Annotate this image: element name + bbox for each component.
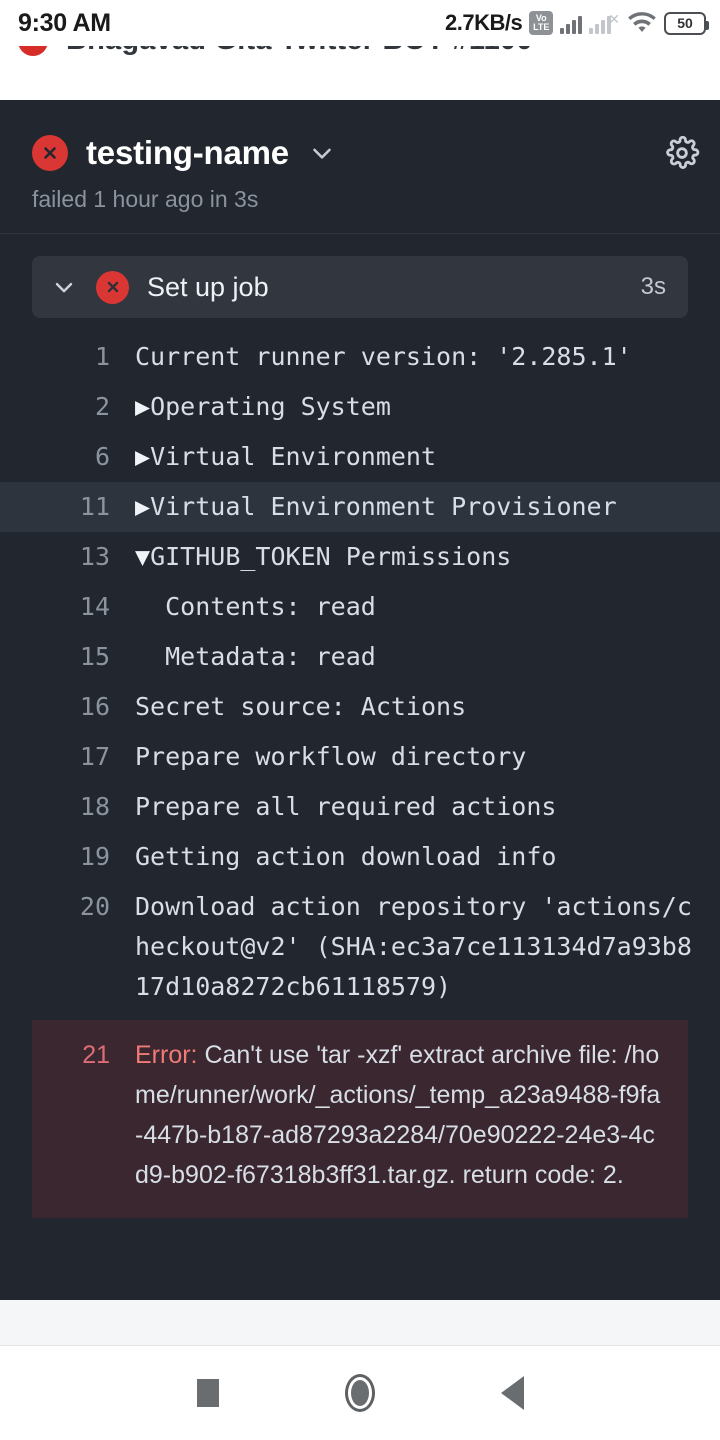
status-bar: 9:30 AM 2.7KB/s Vo LTE ✕ 50 — [0, 0, 720, 46]
log-line-text: ▶Virtual Environment — [135, 437, 720, 477]
log-line-content: Metadata: read — [135, 642, 376, 671]
log-line-text: ▶Operating System — [135, 387, 720, 427]
log-line-content: Virtual Environment — [150, 442, 437, 471]
gear-icon[interactable] — [664, 135, 700, 171]
log-line-number: 14 — [79, 592, 110, 621]
android-nav-bar — [0, 1346, 720, 1440]
log-line-number: 1 — [94, 342, 110, 371]
page-bottom-spacer — [0, 1300, 720, 1346]
job-header: testing-name failed 1 hour ago in 3s — [0, 100, 720, 233]
signal-icon — [560, 12, 583, 34]
expanded-triangle-icon[interactable]: ▼ — [135, 542, 150, 571]
log-line-number: 13 — [79, 542, 110, 571]
square-recents-icon[interactable] — [196, 1379, 219, 1407]
error-label: Error: — [135, 1041, 198, 1069]
step-duration: 3s — [640, 273, 666, 300]
log-line-error[interactable]: 21 Error: Can't use 'tar -xzf' extract a… — [32, 1030, 688, 1200]
log-line-text: Current runner version: '2.285.1' — [135, 337, 720, 377]
log-container: Set up job 3s 1 Current runner version: '… — [0, 234, 720, 1218]
log-line-content: Secret source: Actions — [135, 692, 467, 721]
log-line-content: Prepare workflow directory — [135, 742, 527, 771]
log-line-text: Prepare all required actions — [135, 787, 720, 827]
signal-no-service-icon: ✕ — [589, 12, 620, 34]
log-line-content: Virtual Environment Provisioner — [150, 492, 617, 521]
log-line-text: Download action repository 'actions/chec… — [135, 887, 720, 1007]
log-line-number: 11 — [79, 492, 110, 521]
collapsed-triangle-icon[interactable]: ▶ — [135, 442, 150, 471]
collapsed-triangle-icon[interactable]: ▶ — [135, 392, 150, 421]
error-log-block: 21 Error: Can't use 'tar -xzf' extract a… — [32, 1020, 688, 1218]
log-line-list: 1 Current runner version: '2.285.1' 2 ▶Oper… — [0, 318, 720, 1012]
battery-level-label: 50 — [677, 15, 693, 31]
network-speed-label: 2.7KB/s — [445, 10, 523, 35]
log-line[interactable]: 14 Contents: read — [0, 582, 720, 632]
log-line-content: Contents: read — [135, 592, 376, 621]
log-line[interactable]: 1 Current runner version: '2.285.1' — [0, 332, 720, 382]
workflow-run-panel: testing-name failed 1 hour ago in 3s Set… — [0, 100, 720, 1300]
log-line-text: Contents: read — [135, 587, 720, 627]
log-line-text: Error: Can't use 'tar -xzf' extract arch… — [135, 1035, 688, 1195]
log-line-number: 2 — [94, 392, 110, 421]
log-line-content: Prepare all required actions — [135, 792, 557, 821]
step-label: Set up job — [147, 271, 269, 302]
log-line-number: 15 — [79, 642, 110, 671]
chevron-down-icon[interactable] — [307, 138, 337, 168]
volte-icon: Vo LTE — [529, 11, 554, 35]
log-line[interactable]: 16 Secret source: Actions — [0, 682, 720, 732]
battery-icon: 50 — [664, 11, 709, 35]
log-line[interactable]: 18 Prepare all required actions — [0, 782, 720, 832]
failed-x-icon — [96, 270, 129, 304]
log-line-number: 6 — [94, 442, 110, 471]
log-line[interactable]: 11 ▶Virtual Environment Provisioner — [0, 482, 720, 532]
log-line-content: GITHUB_TOKEN Permissions — [150, 542, 512, 571]
step-header-set-up-job[interactable]: Set up job 3s — [32, 256, 688, 318]
log-line[interactable]: 6 ▶Virtual Environment — [0, 432, 720, 482]
log-line-number: 17 — [79, 742, 110, 771]
scrolled-workflow-title-strip: Bhagavad Gita Twitter BOT #1100 — [0, 46, 720, 100]
log-line[interactable]: 13 ▼GITHUB_TOKEN Permissions — [0, 532, 720, 582]
log-line-text: ▼GITHUB_TOKEN Permissions — [135, 537, 720, 577]
status-bar-time: 9:30 AM — [18, 8, 111, 37]
log-line[interactable]: 19 Getting action download info — [0, 832, 720, 882]
collapsed-triangle-icon[interactable]: ▶ — [135, 492, 150, 521]
triangle-back-icon[interactable] — [500, 1376, 524, 1410]
log-line-text: Getting action download info — [135, 837, 720, 877]
failed-x-icon — [32, 135, 68, 171]
log-line[interactable]: 2 ▶Operating System — [0, 382, 720, 432]
log-line-content: Current runner version: '2.285.1' — [135, 342, 632, 371]
volte-bottom-label: LTE — [533, 22, 550, 32]
log-line[interactable]: 17 Prepare workflow directory — [0, 732, 720, 782]
log-line-number: 21 — [82, 1041, 110, 1069]
scrolled-workflow-title: Bhagavad Gita Twitter BOT #1100 — [66, 46, 533, 57]
signal-x-mark: ✕ — [608, 11, 620, 27]
log-line-text: ▶Virtual Environment Provisioner — [135, 487, 720, 527]
circle-home-icon[interactable] — [344, 1374, 375, 1412]
error-message: Can't use 'tar -xzf' extract archive fil… — [135, 1041, 661, 1189]
log-line-content: Getting action download info — [135, 842, 557, 871]
log-line-number: 18 — [79, 792, 110, 821]
log-line-content: Operating System — [150, 392, 391, 421]
log-line-number: 19 — [79, 842, 110, 871]
status-bar-icons: 2.7KB/s Vo LTE ✕ 50 — [445, 10, 709, 36]
phone-screen: 9:30 AM 2.7KB/s Vo LTE ✕ 50 testing-name… — [0, 0, 720, 1440]
log-line-number: 16 — [79, 692, 110, 721]
log-line[interactable]: 20 Download action repository 'actions/ch… — [0, 882, 720, 1012]
log-line-content: Download action repository 'actions/chec… — [135, 892, 692, 1001]
page-title: testing-name — [86, 134, 289, 171]
job-status-subtitle: failed 1 hour ago in 3s — [32, 186, 259, 212]
log-line[interactable]: 15 Metadata: read — [0, 632, 720, 682]
log-line-text: Secret source: Actions — [135, 687, 720, 727]
log-line-number: 20 — [79, 892, 110, 921]
wifi-icon — [628, 12, 656, 32]
workflow-status-dot-icon — [18, 46, 48, 56]
log-line-text: Metadata: read — [135, 637, 720, 677]
chevron-down-icon[interactable] — [50, 273, 78, 301]
log-line-text: Prepare workflow directory — [135, 737, 720, 777]
